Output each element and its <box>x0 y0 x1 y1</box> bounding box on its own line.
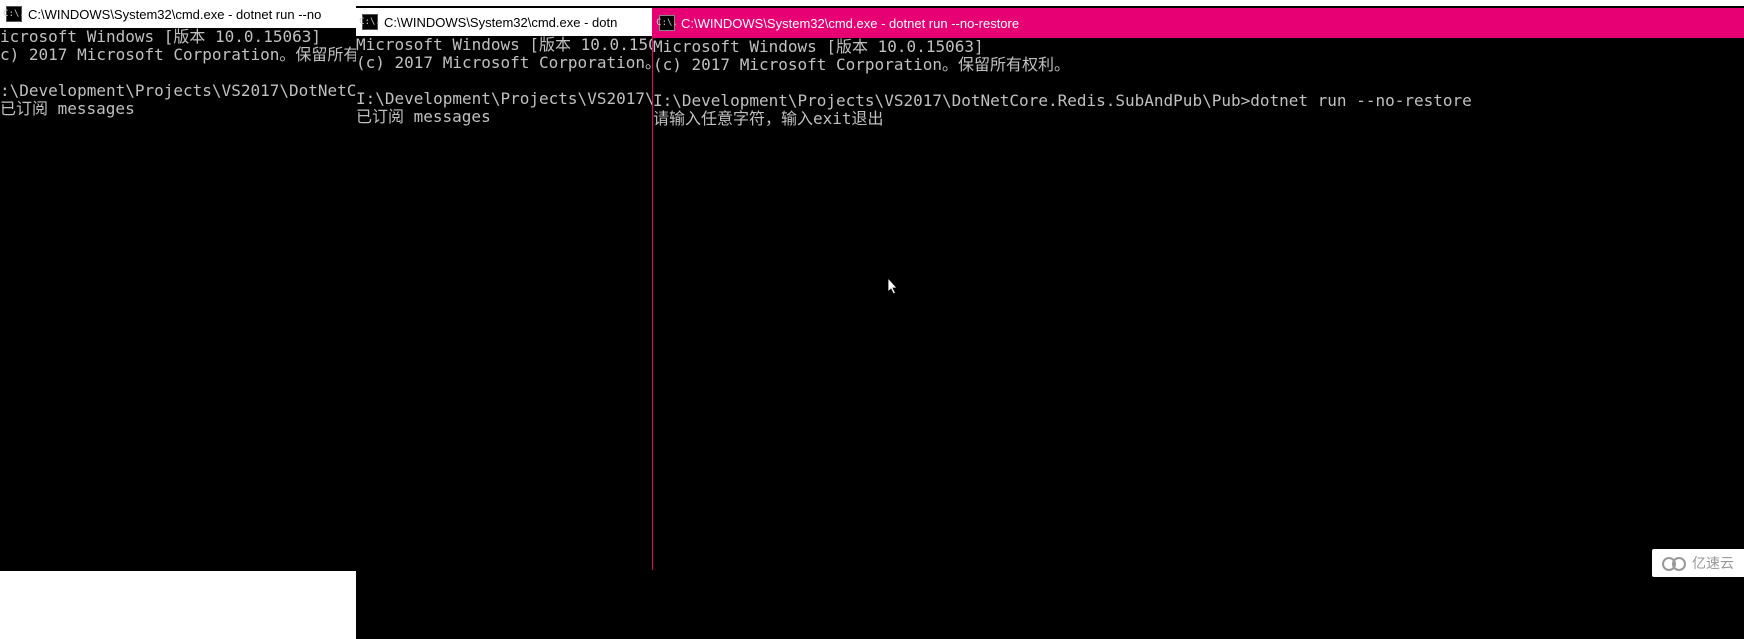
console-content-2[interactable]: Microsoft Windows [版本 10.0.1500 (c) 2017… <box>356 36 652 570</box>
console-line: 请输入任意字符，输入exit退出 <box>653 109 884 128</box>
watermark-logo-icon <box>1662 556 1686 570</box>
window-title-3: C:\WINDOWS\System32\cmd.exe - dotnet run… <box>681 16 1019 31</box>
console-line: icrosoft Windows [版本 10.0.15063] <box>0 28 321 46</box>
console-line: 已订阅 messages <box>0 99 135 118</box>
window-title-2: C:\WINDOWS\System32\cmd.exe - dotn <box>384 15 617 30</box>
console-line: :\Development\Projects\VS2017\DotNetCore <box>0 81 356 100</box>
console-line: (c) 2017 Microsoft Corporation。 <box>356 53 652 72</box>
console-line: Microsoft Windows [版本 10.0.15063] <box>653 38 984 56</box>
cmd-window-1[interactable]: C:\. C:\WINDOWS\System32\cmd.exe - dotne… <box>0 0 356 570</box>
watermark-badge: 亿速云 <box>1652 549 1744 577</box>
cmd-icon: C:\. <box>362 14 378 30</box>
titlebar-2[interactable]: C:\. C:\WINDOWS\System32\cmd.exe - dotn <box>356 8 652 36</box>
background-strip <box>0 571 356 639</box>
console-line: (c) 2017 Microsoft Corporation。保留所有权利。 <box>653 55 1070 74</box>
console-line: Microsoft Windows [版本 10.0.1500 <box>356 36 652 54</box>
cmd-icon: C:\. <box>659 15 675 31</box>
titlebar-1[interactable]: C:\. C:\WINDOWS\System32\cmd.exe - dotne… <box>0 0 356 28</box>
console-line: I:\Development\Projects\VS2017\DotNetCor… <box>653 91 1472 110</box>
console-content-1[interactable]: icrosoft Windows [版本 10.0.15063] c) 2017… <box>0 28 356 570</box>
watermark-text: 亿速云 <box>1692 553 1734 573</box>
console-content-3[interactable]: Microsoft Windows [版本 10.0.15063] (c) 20… <box>653 38 1744 570</box>
cmd-window-3-active[interactable]: C:\. C:\WINDOWS\System32\cmd.exe - dotne… <box>652 8 1744 570</box>
titlebar-3[interactable]: C:\. C:\WINDOWS\System32\cmd.exe - dotne… <box>653 8 1744 38</box>
console-line: I:\Development\Projects\VS2017\Do <box>356 89 652 108</box>
window-title-1: C:\WINDOWS\System32\cmd.exe - dotnet run… <box>28 7 321 22</box>
console-line: 已订阅 messages <box>356 107 491 126</box>
console-line: c) 2017 Microsoft Corporation。保留所有权 <box>0 45 356 64</box>
cmd-window-2[interactable]: C:\. C:\WINDOWS\System32\cmd.exe - dotn … <box>356 8 652 570</box>
cmd-icon: C:\. <box>6 6 22 22</box>
